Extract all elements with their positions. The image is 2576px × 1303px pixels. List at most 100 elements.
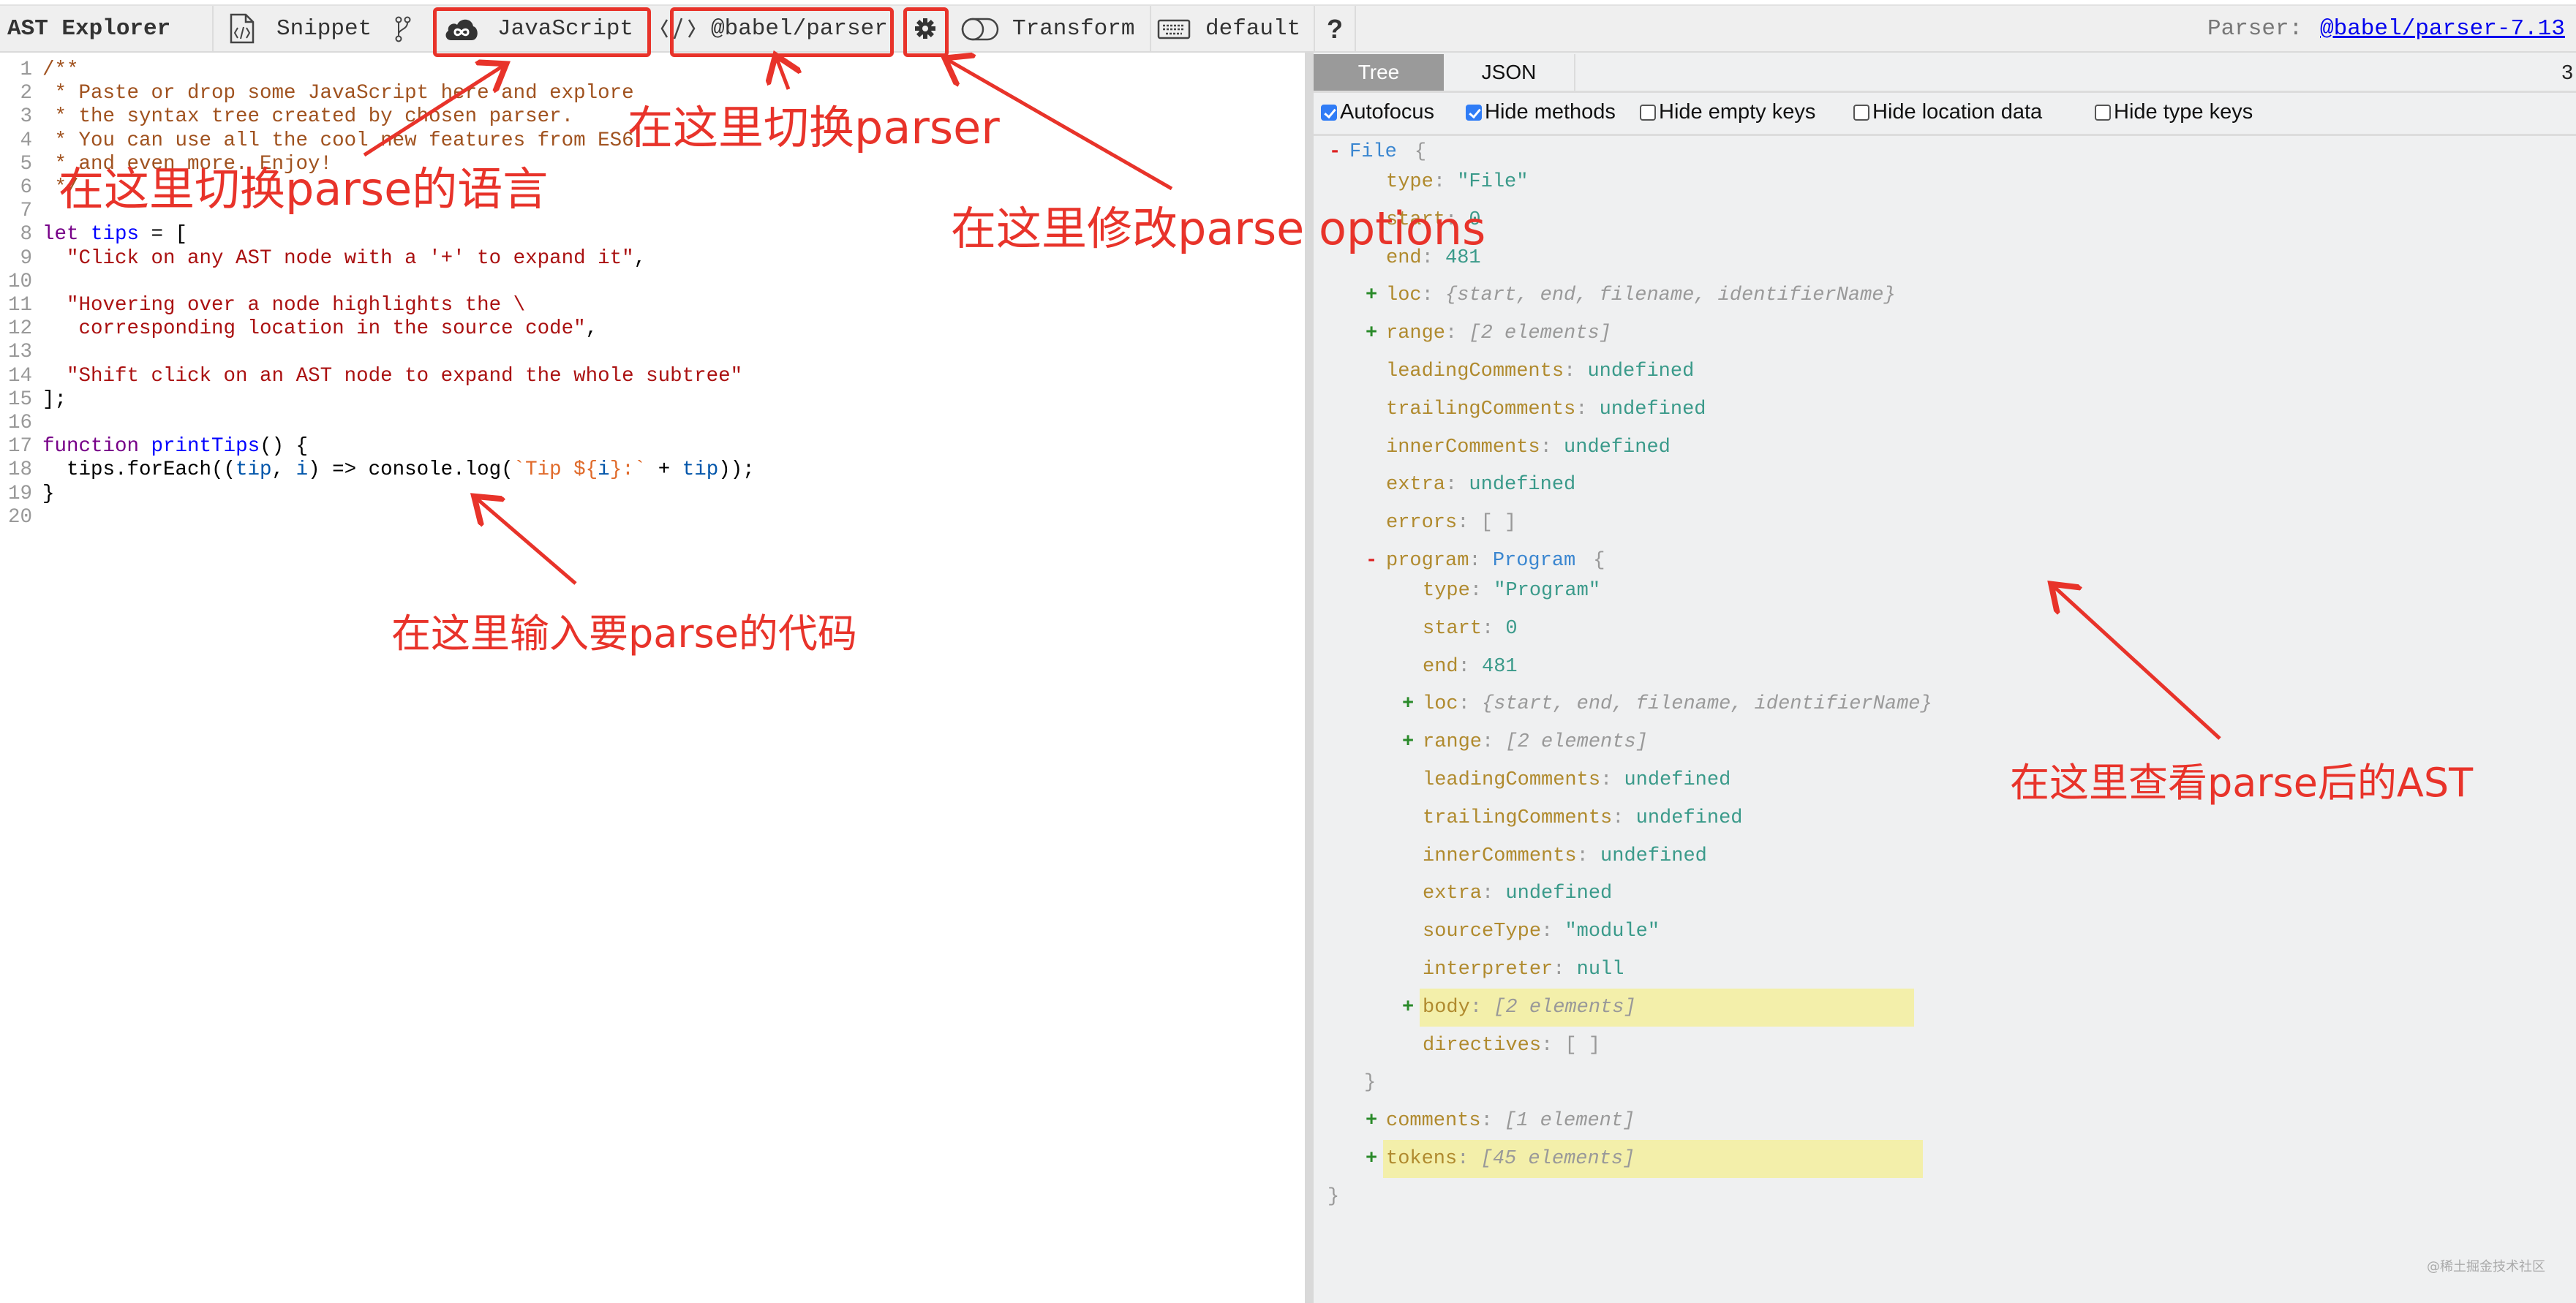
- line-number: 14: [7, 364, 32, 388]
- snippet-button[interactable]: Snippet: [219, 6, 388, 51]
- expand-toggle[interactable]: +: [1366, 1106, 1377, 1136]
- code-line[interactable]: 11 "Hovering over a node highlights the …: [0, 294, 1302, 317]
- code-token: ,: [271, 458, 296, 482]
- tab-json[interactable]: JSON: [1444, 54, 1575, 91]
- node-key: comments: [1386, 1110, 1481, 1133]
- node-key: type: [1386, 171, 1434, 193]
- option-hide-methods[interactable]: Hide methods: [1466, 100, 1616, 124]
- option-label: Hide type keys: [2114, 100, 2253, 124]
- code-line[interactable]: 16: [0, 412, 1302, 435]
- code-line[interactable]: 19}: [0, 483, 1302, 506]
- node-key: trailingComments: [1423, 807, 1613, 829]
- keymap-select-button[interactable]: default: [1154, 6, 1308, 51]
- checkbox[interactable]: [1321, 104, 1337, 121]
- code-text: "Click on any AST node with a '+' to exp…: [42, 247, 646, 271]
- code-line[interactable]: 15];: [0, 388, 1302, 412]
- collapse-toggle[interactable]: -: [1366, 546, 1377, 575]
- key-separator: :: [1433, 171, 1458, 193]
- node-value: 0: [1505, 617, 1518, 640]
- tree-node: leadingComments: undefined: [1386, 357, 1694, 386]
- code-line[interactable]: 1 /**: [0, 58, 1302, 82]
- expand-toggle[interactable]: +: [1366, 319, 1377, 348]
- line-number: 18: [7, 458, 32, 482]
- code-text: "Shift click on an AST node to expand th…: [42, 365, 742, 388]
- tree-node: extra: undefined: [1386, 470, 1575, 499]
- tree-node[interactable]: + loc: {start, end, filename, identifierN…: [1366, 281, 1896, 310]
- tree-node: trailingComments: undefined: [1386, 395, 1706, 424]
- toolbar: AST Explorer Snippet JavaScript @babel/p…: [0, 4, 2576, 53]
- watermark: @稀土掘金技术社区: [2427, 1259, 2545, 1274]
- toolbar-divider: [1150, 6, 1151, 51]
- option-label: Hide location data: [1872, 100, 2043, 124]
- option-autofocus[interactable]: Autofocus: [1321, 100, 1434, 124]
- key-separator: :: [1540, 436, 1564, 458]
- expand-toggle[interactable]: +: [1402, 690, 1414, 719]
- key-separator: :: [1469, 580, 1494, 602]
- key-separator: :: [1480, 1110, 1505, 1133]
- tree-node[interactable]: - program: Program {: [1366, 546, 1605, 575]
- tree-closing-brace: }: [1327, 1182, 1339, 1212]
- transform-toggle-button[interactable]: Transform: [958, 6, 1148, 51]
- snippet-label: Snippet: [276, 16, 372, 42]
- code-token: "Hovering over a node highlights the \: [67, 294, 526, 317]
- tree-node: interpreter: null: [1423, 955, 1624, 984]
- tree-node: errors: [ ]: [1386, 508, 1516, 537]
- code-line[interactable]: 14 "Shift click on an AST node to expand…: [0, 365, 1302, 388]
- ast-output-panel: Tree JSON 3 Autofocus Hide methods Hide em…: [1314, 53, 2576, 1303]
- code-text: /**: [42, 58, 79, 82]
- line-number: 4: [20, 129, 32, 152]
- code-token: printTips: [151, 435, 260, 458]
- code-token: () {: [260, 435, 309, 458]
- key-separator: :: [1541, 921, 1565, 943]
- code-line[interactable]: 13: [0, 341, 1302, 364]
- output-tabs: Tree JSON 3: [1314, 54, 2576, 93]
- tree-node[interactable]: + range: [2 elements]: [1402, 728, 1648, 757]
- code-line[interactable]: 20: [0, 506, 1302, 529]
- code-token: * You can use all the cool new features …: [42, 129, 634, 152]
- tree-node[interactable]: + range: [2 elements]: [1366, 319, 1611, 348]
- checkbox[interactable]: [1853, 104, 1869, 121]
- fork-icon[interactable]: [395, 16, 411, 42]
- expand-toggle[interactable]: +: [1402, 728, 1414, 757]
- key-separator: :: [1482, 617, 1506, 640]
- code-token: * Paste or drop some JavaScript here and…: [42, 82, 634, 105]
- node-key: trailingComments: [1386, 398, 1576, 420]
- node-key: directives: [1423, 1034, 1542, 1057]
- node-key: interpreter: [1423, 959, 1553, 981]
- line-number: 12: [7, 317, 32, 341]
- option-hide-location-data[interactable]: Hide location data: [1853, 100, 2042, 124]
- option-hide-empty-keys[interactable]: Hide empty keys: [1640, 100, 1815, 124]
- collapse-toggle[interactable]: -: [1329, 137, 1341, 167]
- help-button[interactable]: ?: [1327, 16, 1343, 42]
- keymap-label: default: [1205, 16, 1301, 42]
- expand-toggle[interactable]: +: [1366, 281, 1377, 310]
- tree-node[interactable]: + tokens: [45 elements]: [1366, 1144, 1635, 1174]
- annotation-options: 在这里修改parse options: [951, 202, 1486, 255]
- parser-version-link[interactable]: @babel/parser-7.13: [2320, 16, 2565, 42]
- expand-toggle[interactable]: +: [1402, 993, 1414, 1022]
- code-line[interactable]: 18 tips.forEach((tip, i) => console.log(…: [0, 458, 1302, 482]
- tree-node[interactable]: + body: [2 elements]: [1402, 993, 1636, 1022]
- tree-node[interactable]: + comments: [1 element]: [1366, 1106, 1635, 1136]
- annotation-language: 在这里切换parse的语言: [59, 162, 549, 216]
- tree-node[interactable]: + loc: {start, end, filename, identifierN…: [1402, 690, 1932, 719]
- checkbox[interactable]: [1466, 104, 1482, 121]
- code-line[interactable]: 17 function printTips() {: [0, 435, 1302, 458]
- code-token: let: [42, 223, 79, 246]
- node-value: [2 elements]: [1494, 996, 1636, 1019]
- key-separator: :: [1469, 550, 1493, 572]
- key-separator: :: [1421, 284, 1446, 307]
- node-key: innerComments: [1386, 436, 1540, 458]
- tab-tree[interactable]: Tree: [1314, 54, 1444, 91]
- checkbox[interactable]: [1640, 104, 1656, 121]
- key-separator: :: [1541, 1034, 1565, 1057]
- option-hide-type-keys[interactable]: Hide type keys: [2095, 100, 2253, 124]
- code-line[interactable]: 10: [0, 271, 1302, 294]
- checkbox[interactable]: [2095, 104, 2111, 121]
- expand-toggle[interactable]: +: [1366, 1144, 1377, 1174]
- code-line[interactable]: 12 corresponding location in the source …: [0, 317, 1302, 341]
- annotation-parser: 在这里切换parser: [628, 101, 1000, 154]
- tree-node[interactable]: - File {: [1329, 137, 1426, 167]
- tree-node: innerComments: undefined: [1386, 433, 1671, 462]
- node-key: type: [1423, 580, 1470, 602]
